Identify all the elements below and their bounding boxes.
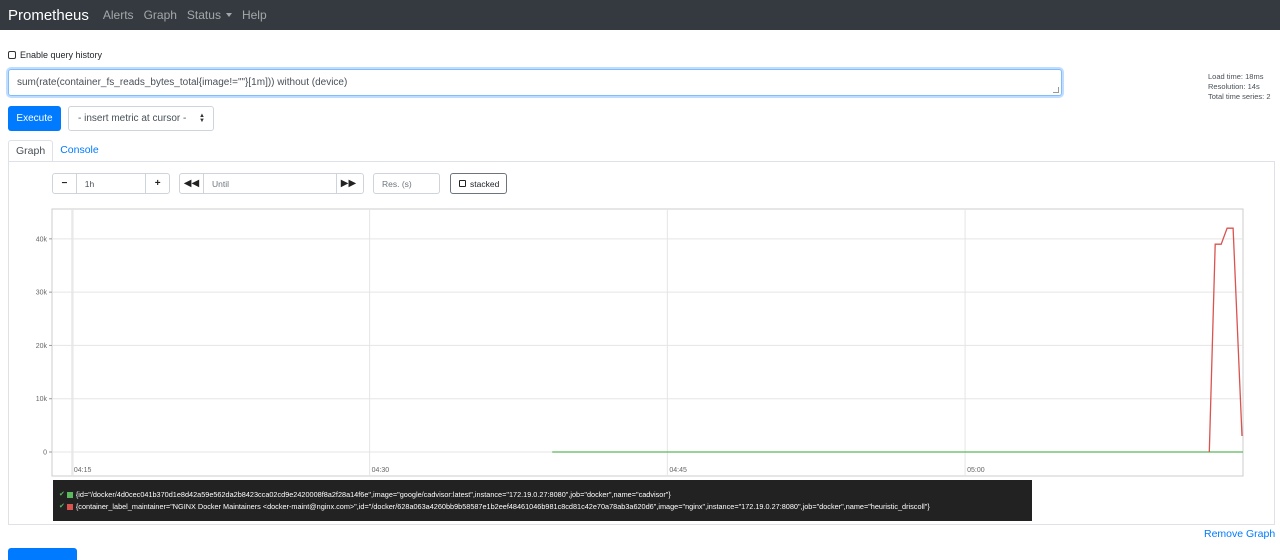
y-tick-label: 0: [43, 450, 47, 457]
x-tick-label: 04:45: [669, 467, 687, 474]
y-tick-label: 40k: [36, 236, 48, 243]
series-swatch: [66, 504, 73, 510]
y-tick-label: 20k: [36, 343, 48, 350]
check-icon: ✔: [59, 491, 65, 498]
legend-label: {container_label_maintainer="NGINX Docke…: [75, 502, 930, 511]
x-tick-label: 04:30: [372, 467, 390, 474]
add-graph-button[interactable]: [8, 548, 77, 560]
remove-graph-link[interactable]: Remove Graph: [1204, 528, 1275, 540]
legend: ✔ {id="/docker/4d0cec041b370d1e8d42a59e5…: [53, 480, 1032, 521]
legend-label: {id="/docker/4d0cec041b370d1e8d42a59e562…: [75, 490, 671, 499]
graph-chart: 40k 30k 20k 10k 0 04:15 04:30 04:45 05:00: [36, 208, 1244, 477]
y-tick-label: 30k: [36, 290, 48, 297]
legend-item[interactable]: ✔ {container_label_maintainer="NGINX Doc…: [59, 501, 1026, 513]
series-swatch: [66, 492, 73, 498]
plot-area: [51, 208, 1244, 477]
check-icon: ✔: [59, 503, 65, 510]
x-tick-label: 05:00: [967, 467, 985, 474]
x-tick-label: 04:15: [74, 467, 92, 474]
y-tick-label: 10k: [36, 396, 48, 403]
legend-item[interactable]: ✔ {id="/docker/4d0cec041b370d1e8d42a59e5…: [59, 489, 1026, 501]
